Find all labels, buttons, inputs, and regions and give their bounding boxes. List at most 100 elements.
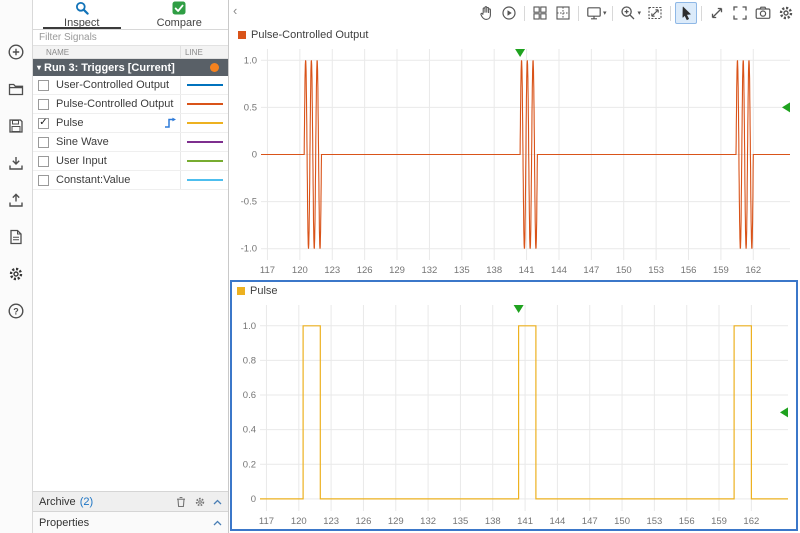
trigger-level-marker: [780, 407, 788, 418]
signal-line-column: [180, 133, 228, 151]
toolbar-separator: [670, 5, 671, 21]
archive-settings-gear-icon[interactable]: [194, 496, 206, 508]
zoom-in-icon[interactable]: ▾: [617, 2, 643, 24]
svg-text:126: 126: [356, 516, 372, 527]
trigger-icon: [164, 117, 177, 129]
plot-pulse[interactable]: 117 120 123 126 129 132 135 138 141 144 147 150 153 1…: [232, 300, 796, 529]
signal-checkbox[interactable]: [38, 136, 49, 148]
signal-line-sample: [186, 84, 223, 86]
fullscreen-icon[interactable]: [729, 2, 751, 24]
tab-compare[interactable]: Compare: [131, 0, 229, 29]
svg-text:159: 159: [713, 265, 729, 276]
signal-line-sample: [186, 122, 223, 124]
legend: Pulse: [232, 282, 796, 300]
signal-row[interactable]: User Input: [33, 152, 228, 171]
new-icon[interactable]: [4, 40, 28, 64]
signal-line-sample: [186, 179, 223, 181]
legend-swatch: [238, 31, 246, 39]
archive-count: (2): [79, 495, 94, 508]
create-report-icon[interactable]: [4, 225, 28, 249]
save-icon[interactable]: [4, 114, 28, 138]
settings-gear-icon[interactable]: [775, 2, 797, 24]
svg-text:0.2: 0.2: [243, 459, 256, 470]
help-icon[interactable]: ?: [4, 299, 28, 323]
export-icon[interactable]: [4, 188, 28, 212]
subplot-pulse-selected[interactable]: Pulse 117 120 123 126 129 132 135 138 141 144 147 1…: [230, 280, 798, 531]
plot-pulse-controlled-output[interactable]: 117 120 123 126 129 132 135 138 141 144 147 150 153 1…: [233, 44, 798, 278]
signal-line-sample: [186, 160, 223, 162]
signal-row[interactable]: Pulse-Controlled Output: [33, 95, 228, 114]
legend-label: Pulse-Controlled Output: [251, 29, 369, 41]
svg-text:144: 144: [551, 265, 567, 276]
signal-name: Pulse-Controlled Output: [56, 98, 174, 110]
properties-label: Properties: [39, 516, 90, 529]
tab-compare-label: Compare: [156, 16, 202, 29]
properties-collapse-chevron-icon[interactable]: [213, 520, 222, 526]
toolbar-separator: [701, 5, 702, 21]
run-row[interactable]: ▾ Run 3: Triggers [Current]: [33, 59, 228, 76]
properties-section-header[interactable]: Properties: [33, 511, 228, 533]
signal-checkbox[interactable]: [38, 174, 49, 186]
svg-text:135: 135: [454, 265, 470, 276]
svg-text:153: 153: [648, 265, 664, 276]
signal-checkbox[interactable]: [38, 98, 49, 110]
signal-name: User-Controlled Output: [56, 79, 170, 91]
subplot-pulse-controlled-output[interactable]: Pulse-Controlled Output 117 120 123 126 129 1…: [233, 26, 798, 278]
svg-text:129: 129: [389, 265, 405, 276]
subplot-custom-icon[interactable]: [552, 2, 574, 24]
svg-text:150: 150: [614, 516, 630, 527]
pan-icon[interactable]: [475, 2, 497, 24]
signal-row[interactable]: Constant:Value: [33, 171, 228, 190]
display-options-icon[interactable]: ▾: [583, 2, 609, 24]
signal-line-column: [180, 152, 228, 170]
signal-row[interactable]: Pulse: [33, 114, 228, 133]
collapse-panel-icon[interactable]: ‹: [233, 3, 237, 18]
trash-icon[interactable]: [175, 496, 187, 508]
signals-panel: Inspect Compare NAME LINE ▾ Run 3: Trigg…: [33, 0, 229, 533]
svg-text:0.4: 0.4: [243, 425, 256, 436]
svg-text:1.0: 1.0: [244, 55, 257, 66]
open-folder-icon[interactable]: [4, 77, 28, 101]
svg-text:?: ?: [13, 306, 19, 316]
tab-inspect-label: Inspect: [64, 16, 100, 29]
signal-row[interactable]: Sine Wave: [33, 133, 228, 152]
fit-to-view-icon[interactable]: [644, 2, 666, 24]
signal-checkbox[interactable]: [38, 79, 49, 91]
column-name: NAME: [46, 47, 70, 57]
expand-icon[interactable]: [706, 2, 728, 24]
import-icon[interactable]: [4, 151, 28, 175]
svg-text:147: 147: [583, 265, 599, 276]
run-collapse-caret-icon[interactable]: ▾: [37, 63, 41, 72]
pointer-icon[interactable]: [675, 2, 697, 24]
app-icon-strip: ?: [0, 0, 33, 533]
preferences-gear-icon[interactable]: [4, 262, 28, 286]
subplot-grid-icon[interactable]: [529, 2, 551, 24]
signal-list: User-Controlled Output Pulse-Controlled …: [33, 76, 228, 190]
filter-signals-input[interactable]: [33, 30, 228, 45]
svg-text:144: 144: [549, 516, 565, 527]
signal-name: Pulse: [56, 117, 84, 129]
tab-inspect[interactable]: Inspect: [33, 0, 131, 29]
svg-text:0.6: 0.6: [243, 390, 256, 401]
svg-text:156: 156: [679, 516, 695, 527]
svg-text:117: 117: [260, 265, 275, 276]
snapshot-camera-icon[interactable]: [752, 2, 774, 24]
signal-checkbox[interactable]: [38, 117, 49, 129]
signal-row[interactable]: User-Controlled Output: [33, 76, 228, 95]
signal-name: User Input: [56, 155, 107, 167]
svg-text:138: 138: [485, 516, 501, 527]
archive-section-header[interactable]: Archive (2): [33, 491, 228, 511]
toolbar-separator: [612, 5, 614, 21]
svg-text:-0.5: -0.5: [241, 197, 257, 208]
svg-text:-1.0: -1.0: [241, 244, 257, 255]
svg-text:120: 120: [291, 516, 307, 527]
archive-collapse-chevron-icon[interactable]: [213, 499, 222, 505]
archive-label: Archive: [39, 495, 76, 508]
replay-icon[interactable]: [498, 2, 520, 24]
signal-name: Constant:Value: [56, 174, 131, 186]
svg-text:123: 123: [323, 516, 339, 527]
svg-text:129: 129: [388, 516, 404, 527]
signal-line-sample: [186, 103, 223, 105]
signal-checkbox[interactable]: [38, 155, 49, 167]
filter-row: [33, 30, 228, 46]
